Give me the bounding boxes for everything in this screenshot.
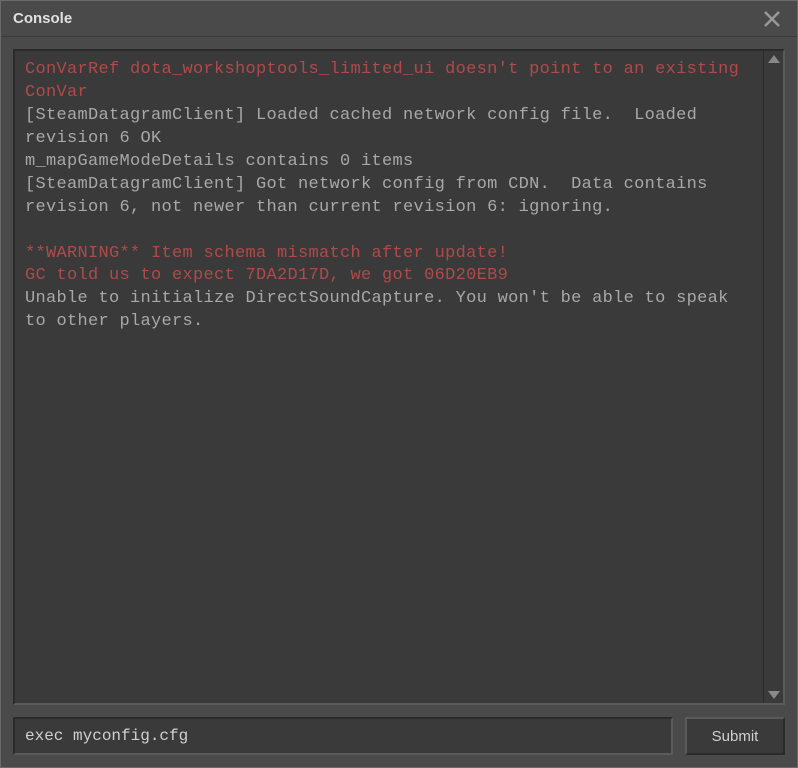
console-body: ConVarRef dota_workshoptools_limited_ui …	[1, 37, 797, 767]
window-title: Console	[13, 10, 72, 27]
console-line	[25, 220, 753, 243]
command-input[interactable]	[13, 717, 673, 755]
console-line: **WARNING** Item schema mismatch after u…	[25, 243, 753, 266]
submit-button[interactable]: Submit	[685, 717, 785, 755]
output-panel: ConVarRef dota_workshoptools_limited_ui …	[13, 49, 785, 705]
console-window: Console ConVarRef dota_workshoptools_lim…	[0, 0, 798, 768]
close-icon	[763, 10, 781, 28]
output-text[interactable]: ConVarRef dota_workshoptools_limited_ui …	[15, 51, 763, 703]
console-line: m_mapGameModeDetails contains 0 items	[25, 151, 753, 174]
input-row: Submit	[13, 717, 785, 755]
console-line: GC told us to expect 7DA2D17D, we got 06…	[25, 265, 753, 288]
console-line: [SteamDatagramClient] Loaded cached netw…	[25, 105, 753, 151]
scroll-up-icon[interactable]	[768, 55, 780, 63]
scroll-down-icon[interactable]	[768, 691, 780, 699]
console-line: Unable to initialize DirectSoundCapture.…	[25, 288, 753, 334]
scrollbar[interactable]	[763, 51, 783, 703]
titlebar: Console	[1, 1, 797, 37]
console-line: ConVarRef dota_workshoptools_limited_ui …	[25, 59, 753, 105]
console-line: [SteamDatagramClient] Got network config…	[25, 174, 753, 220]
close-button[interactable]	[759, 6, 785, 32]
